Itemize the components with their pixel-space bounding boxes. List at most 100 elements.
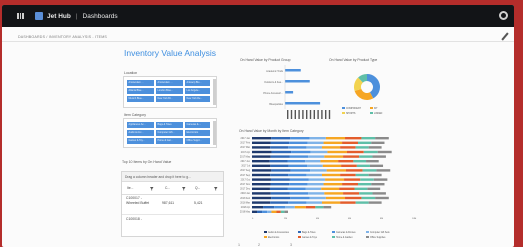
pencil-icon[interactable] <box>501 32 509 41</box>
stacked-bar-segment[interactable] <box>340 173 356 177</box>
location-tile[interactable]: Munich Blue... <box>127 96 154 102</box>
stacked-bar-segment[interactable] <box>362 169 377 172</box>
stacked-bar-segment[interactable] <box>339 187 355 190</box>
stacked-bar-segment[interactable] <box>371 183 385 186</box>
stacked-bar-segment[interactable] <box>377 150 392 154</box>
stacked-bar-segment[interactable] <box>342 141 358 144</box>
stacked-bar-segment[interactable] <box>284 210 288 213</box>
stacked-bar-segment[interactable] <box>343 155 360 158</box>
location-tile[interactable]: New York Bl... <box>156 96 183 102</box>
stacked-bar-segment[interactable] <box>305 206 316 209</box>
stacked-bar-segment[interactable] <box>308 178 326 181</box>
stacked-bar-segment[interactable] <box>368 201 382 204</box>
stacked-bar-segment[interactable] <box>321 146 341 149</box>
scrollbar[interactable] <box>213 79 216 105</box>
stacked-bar-segment[interactable] <box>252 137 272 140</box>
stacked-bar-segment[interactable] <box>271 196 291 200</box>
stacked-bar-segment[interactable] <box>267 210 272 213</box>
stacked-bar-segment[interactable] <box>308 192 325 195</box>
stacked-bar-segment[interactable] <box>269 160 288 163</box>
stacked-bar-segment[interactable] <box>325 196 346 200</box>
stacked-bar-segment[interactable] <box>371 141 385 144</box>
stacked-bar-segment[interactable] <box>373 178 388 181</box>
stacked-bar-segment[interactable] <box>252 201 271 204</box>
table-cell[interactable]: 5,421 <box>194 201 203 206</box>
category-tile[interactable]: Audio & Acc... <box>127 130 154 136</box>
stacked-bar-segment[interactable] <box>257 210 263 213</box>
category-tile[interactable]: Bags & Totes <box>156 122 183 128</box>
stacked-bar-segment[interactable] <box>323 183 343 186</box>
pie-slice[interactable] <box>354 88 374 100</box>
stacked-bar-segment[interactable] <box>345 196 362 200</box>
stacked-bar-segment[interactable] <box>320 160 339 163</box>
stacked-bar-segment[interactable] <box>376 169 391 172</box>
stacked-bar-segment[interactable] <box>252 150 272 154</box>
stacked-bar-segment[interactable] <box>355 201 369 204</box>
stacked-bar-segment[interactable] <box>356 164 370 167</box>
bar[interactable] <box>285 69 301 72</box>
stacked-bar-segment[interactable] <box>289 155 309 158</box>
stacked-bar-segment[interactable] <box>346 150 364 154</box>
stacked-bar-segment[interactable] <box>305 160 321 163</box>
stacked-bar-segment[interactable] <box>290 196 310 200</box>
category-tile[interactable]: Computer Gift... <box>156 130 183 136</box>
stacked-bar-segment[interactable] <box>324 155 344 158</box>
stacked-bar-segment[interactable] <box>252 196 272 200</box>
stacked-bar-segment[interactable] <box>270 155 290 158</box>
bar[interactable] <box>285 80 310 83</box>
stacked-bar-segment[interactable] <box>355 146 369 149</box>
stacked-bar-segment[interactable] <box>289 178 309 181</box>
stacked-bar-segment[interactable] <box>355 173 369 177</box>
stacked-bar-segment[interactable] <box>252 160 270 163</box>
page-3[interactable]: 3 <box>290 243 292 247</box>
stacked-bar-segment[interactable] <box>252 164 271 167</box>
table-cell[interactable]: C100018 - <box>126 217 142 222</box>
stacked-bar-segment[interactable] <box>270 192 290 195</box>
location-tile[interactable]: Atlanta Blue... <box>127 88 154 94</box>
stacked-bar-segment[interactable] <box>359 155 373 158</box>
stacked-bar-segment[interactable] <box>367 187 381 190</box>
filter-icon[interactable] <box>150 187 154 191</box>
filter-icon[interactable] <box>182 187 186 191</box>
stacked-bar-segment[interactable] <box>340 201 356 204</box>
stacked-bar-segment[interactable] <box>288 201 307 204</box>
table-cell[interactable]: C100017 - Wheeled Buffet <box>126 196 156 206</box>
stacked-bar-segment[interactable] <box>252 173 271 177</box>
stacked-bar-segment[interactable] <box>294 206 306 209</box>
stacked-bar-segment[interactable] <box>310 169 327 172</box>
stacked-bar-segment[interactable] <box>307 183 324 186</box>
stacked-bar-segment[interactable] <box>252 169 272 172</box>
stacked-bar-segment[interactable] <box>252 146 271 149</box>
stacked-bar-segment[interactable] <box>326 169 347 172</box>
gear-icon[interactable] <box>499 11 508 20</box>
stacked-bar-segment[interactable] <box>290 169 311 172</box>
stacked-bar-segment[interactable] <box>288 173 307 177</box>
category-tile[interactable]: Office Suppl... <box>185 138 210 144</box>
location-tile[interactable]: London Blue... <box>156 88 183 94</box>
stacked-bar-segment[interactable] <box>368 146 382 149</box>
stacked-bar-segment[interactable] <box>359 192 373 195</box>
stacked-bar-segment[interactable] <box>368 173 382 177</box>
stacked-bar-segment[interactable] <box>252 141 271 144</box>
stacked-bar-segment[interactable] <box>327 150 347 154</box>
stacked-bar-segment[interactable] <box>307 164 323 167</box>
stacked-bar-segment[interactable] <box>270 183 290 186</box>
stacked-bar-segment[interactable] <box>289 192 309 195</box>
stacked-bar-segment[interactable] <box>341 164 357 167</box>
stacked-bar-segment[interactable] <box>323 141 343 144</box>
stacked-bar-segment[interactable] <box>287 160 306 163</box>
stacked-bar-segment[interactable] <box>369 164 384 167</box>
stacked-bar-segment[interactable] <box>360 178 374 181</box>
stacked-bar-segment[interactable] <box>270 201 289 204</box>
stacked-bar-segment[interactable] <box>269 187 288 190</box>
stacked-bar-segment[interactable] <box>306 201 322 204</box>
stacked-bar-segment[interactable] <box>285 206 295 209</box>
stacked-bar-segment[interactable] <box>271 137 291 140</box>
column-header-cost[interactable]: C... <box>162 184 170 193</box>
stacked-bar-segment[interactable] <box>353 160 367 163</box>
category-tile[interactable]: Appliances Ac... <box>127 122 154 128</box>
group-drop-zone[interactable]: Drag a column header and drop it here to… <box>122 172 223 182</box>
stacked-bar-segment[interactable] <box>372 155 386 158</box>
section-title[interactable]: Dashboards <box>83 13 118 20</box>
stacked-bar-segment[interactable] <box>342 183 358 186</box>
